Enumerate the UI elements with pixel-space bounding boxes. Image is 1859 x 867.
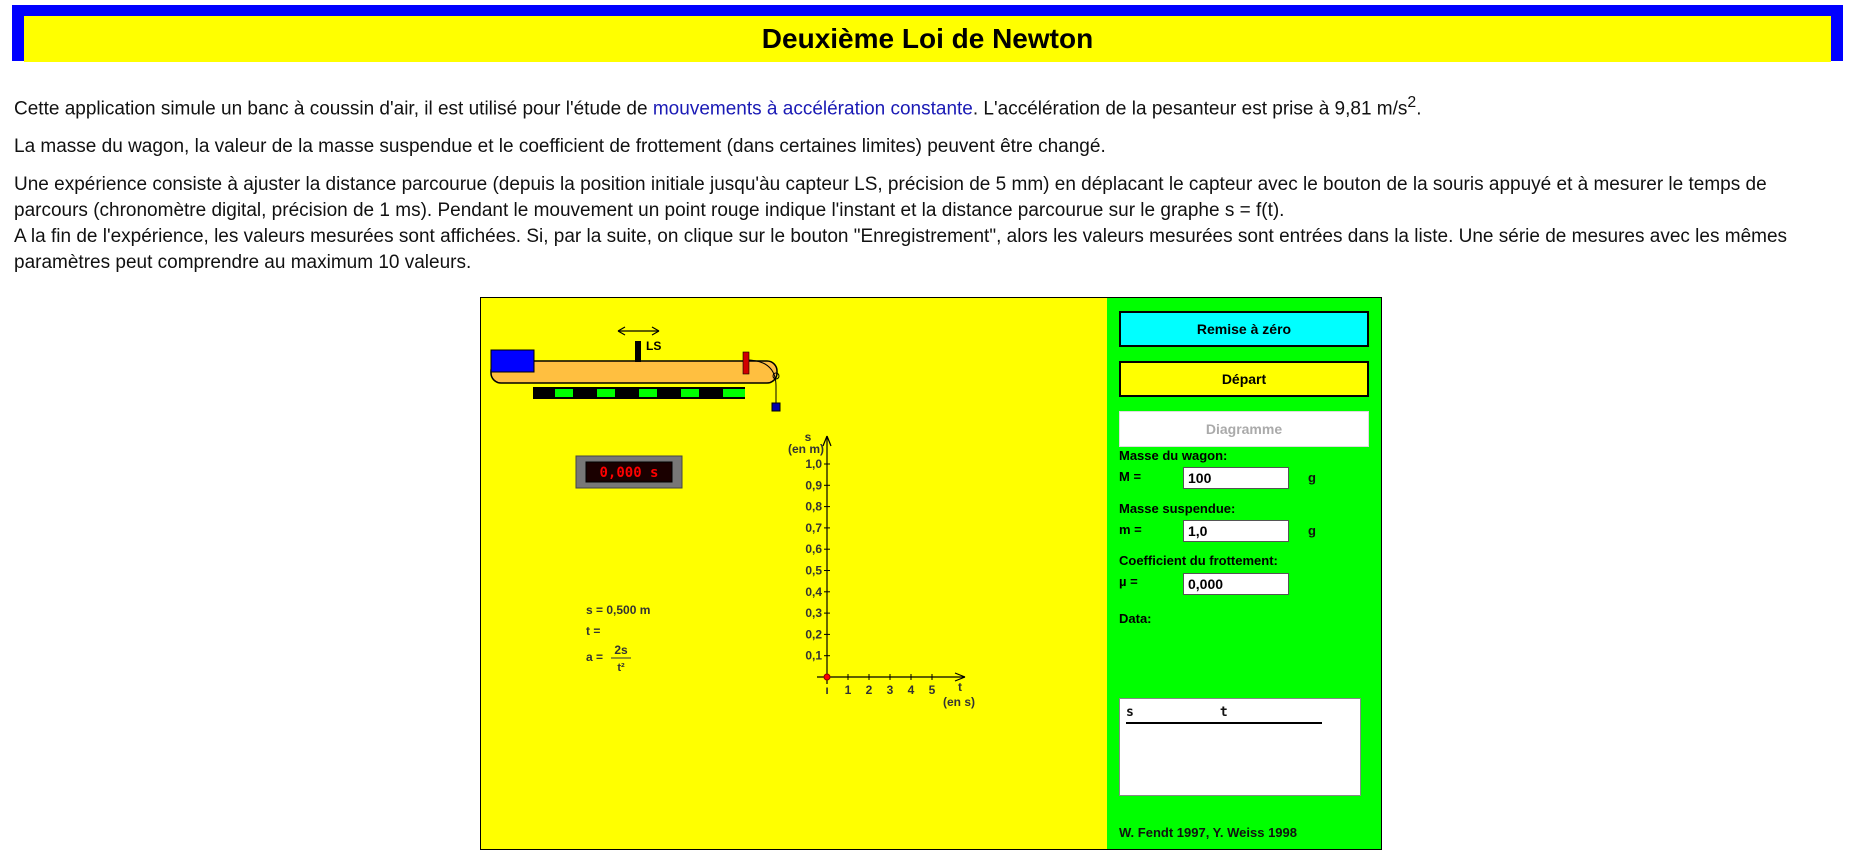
- formula-denominator: t²: [617, 662, 625, 674]
- data-heading: Data:: [1119, 611, 1152, 626]
- intro1-sup: 2: [1407, 94, 1417, 111]
- formula-numerator: 2s: [614, 643, 628, 657]
- hung-mass-input[interactable]: [1183, 520, 1289, 542]
- distance-scale: [533, 387, 745, 399]
- title-inner: Deuxième Loi de Newton: [24, 16, 1831, 62]
- start-button[interactable]: Départ: [1119, 361, 1369, 397]
- reset-button[interactable]: Remise à zéro: [1119, 311, 1369, 347]
- x-tick-label: 2: [866, 683, 873, 697]
- data-col-t: t: [1219, 705, 1228, 720]
- x-tick-label: 5: [929, 683, 936, 697]
- y-tick-label: 0,2: [805, 627, 822, 641]
- y-tick-label: 0,6: [805, 542, 822, 556]
- x-tick-label: 4: [908, 683, 915, 697]
- timer-value: 0,000 s: [599, 465, 658, 481]
- friction-heading: Coefficient du frottement:: [1119, 553, 1278, 568]
- x-axis-label: t: [958, 680, 962, 694]
- x-origin-label: ı: [825, 683, 828, 697]
- y-tick-label: 0,7: [805, 521, 822, 535]
- x-tick-label: 1: [845, 683, 852, 697]
- data-col-s: s: [1126, 705, 1134, 720]
- diagram-button[interactable]: Diagramme: [1119, 411, 1369, 447]
- y-tick-label: 0,9: [805, 478, 822, 492]
- intro-text: Cette application simule un banc à couss…: [14, 90, 1844, 288]
- wagon-mass-unit: g: [1308, 470, 1316, 485]
- wagon-mass-symbol: M =: [1119, 469, 1142, 484]
- intro-paragraph-1: Cette application simule un banc à couss…: [14, 90, 1844, 122]
- stage-drawing: LS 0,000 s s = 0,500 m t = a = 2s t² s (…: [490, 326, 975, 709]
- y-tick-label: 0,3: [805, 606, 822, 620]
- x-axis-unit: (en s): [943, 695, 975, 709]
- intro-paragraph-4: A la fin de l'expérience, les valeurs me…: [14, 226, 1788, 274]
- intro1-end: .: [1416, 98, 1422, 120]
- intro1-post: . L'accélération de la pesanteur est pri…: [972, 98, 1408, 120]
- simulation-stage: LS 0,000 s s = 0,500 m t = a = 2s t² s (…: [480, 297, 1108, 850]
- end-stop: [742, 351, 750, 375]
- title-banner: Deuxième Loi de Newton: [12, 5, 1843, 62]
- wagon[interactable]: [490, 349, 535, 373]
- friction-symbol: µ =: [1119, 574, 1138, 589]
- x-tick-label: 3: [887, 683, 894, 697]
- hanging-mass: [771, 402, 781, 412]
- y-tick-label: 0,4: [805, 585, 822, 599]
- y-tick-label: 1,0: [805, 457, 822, 471]
- y-tick-label: 0,8: [805, 500, 822, 514]
- y-axis-unit: (en m): [788, 442, 824, 456]
- y-tick-label: 0,5: [805, 564, 822, 578]
- page-title: Deuxième Loi de Newton: [761, 23, 1094, 54]
- readout-distance: s = 0,500 m: [586, 603, 650, 617]
- data-textarea[interactable]: s t: [1119, 698, 1361, 796]
- digital-timer: 0,000 s: [575, 455, 683, 489]
- graph-point: [823, 673, 831, 681]
- data-columns: s t: [1126, 705, 1354, 720]
- intro-paragraph-2: La masse du wagon, la valeur de la masse…: [14, 136, 1106, 158]
- accel-link[interactable]: mouvements à accélération constante: [653, 98, 973, 119]
- hung-mass-heading: Masse suspendue:: [1119, 501, 1236, 516]
- intro1-pre: Cette application simule un banc à couss…: [14, 98, 653, 120]
- wagon-mass-input[interactable]: [1183, 467, 1289, 489]
- hung-mass-symbol: m =: [1119, 522, 1142, 537]
- drag-arrow-icon: [617, 326, 660, 336]
- credit-text: W. Fendt 1997, Y. Weiss 1998: [1119, 825, 1298, 840]
- hung-mass-unit: g: [1308, 523, 1316, 538]
- sensor-label: LS: [646, 339, 661, 353]
- control-panel: Remise à zéro Départ Diagramme Masse du …: [1107, 297, 1382, 850]
- readout-time: t =: [586, 624, 600, 638]
- s-t-graph: s (en m) t (en s) 0,10,20,30,40,50,60,70…: [788, 430, 975, 709]
- y-tick-label: 0,1: [805, 649, 822, 663]
- data-rule: [1126, 722, 1322, 724]
- readout-accel: a =: [586, 650, 603, 664]
- simulation-applet: LS 0,000 s s = 0,500 m t = a = 2s t² s (…: [480, 297, 1382, 850]
- wagon-mass-heading: Masse du wagon:: [1119, 448, 1228, 463]
- intro-paragraph-3: Une expérience consiste à ajuster la dis…: [14, 174, 1767, 222]
- light-sensor[interactable]: [635, 341, 641, 362]
- y-ticks: 0,1 0,2 0,3 0,4 0,5 0,6 0,7 0,8 0,9 1,0: [805, 457, 830, 663]
- friction-input[interactable]: [1183, 573, 1289, 595]
